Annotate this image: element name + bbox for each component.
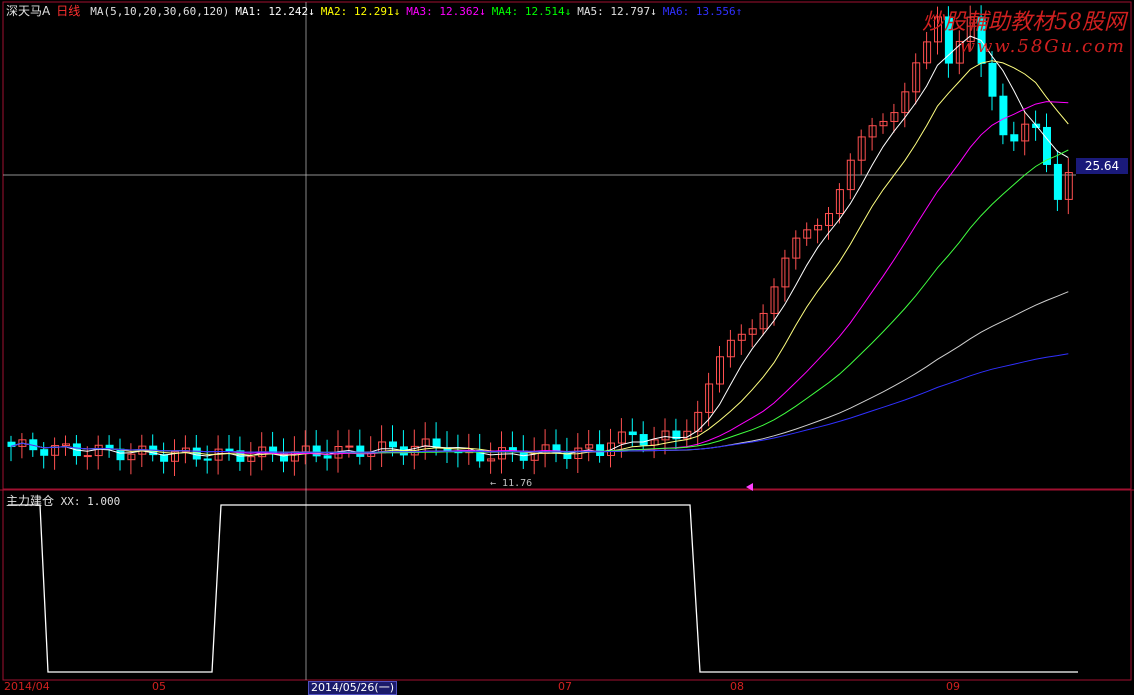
ma-line-5: [10, 35, 1069, 457]
candle-down: [389, 441, 397, 448]
candle-down: [1010, 134, 1019, 142]
date-label-may: 05: [152, 680, 166, 693]
ma-legend-item: MA3: 12.362↓: [406, 5, 486, 18]
ma-line-20: [10, 101, 1069, 455]
indicator-name[interactable]: 主力建仓: [6, 494, 54, 508]
chart-header: 深天马A 日线 MA(5,10,20,30,60,120) MA1: 12.242…: [6, 2, 748, 19]
sub-panel-frame: [2, 489, 1132, 681]
candle-up: [345, 445, 354, 448]
low-price-value: 11.76: [502, 478, 533, 489]
candle-down: [323, 455, 332, 459]
ma-line-60: [10, 291, 1069, 453]
candle-down: [203, 458, 212, 461]
indicator-step-line: [8, 504, 1078, 673]
ma-legend: MA(5,10,20,30,60,120) MA1: 12.242↓ MA2: 12…: [90, 5, 748, 18]
candle-down: [988, 62, 997, 97]
ma-legend-item: MA1: 12.242↓: [235, 5, 315, 18]
date-label-apr: 2014/04: [4, 680, 50, 693]
ma-line-120: [10, 353, 1069, 453]
watermark-url: www.58Gu.com: [959, 36, 1126, 57]
candle-down: [356, 445, 365, 457]
watermark-title: 炒股輔助教材58股网: [922, 10, 1126, 35]
stock-name[interactable]: 深天马A: [6, 2, 50, 19]
candle-down: [639, 434, 648, 446]
date-axis: 2014/04 05 07 08 09 2014/05/26(一): [0, 680, 1134, 695]
ma-legend-item: MA6: 13.556↑: [662, 5, 743, 18]
ma-line-10: [10, 60, 1069, 456]
indicator-header: 主力建仓 XX: 1.000: [6, 492, 120, 509]
current-price-tag: 25.64: [1076, 158, 1128, 174]
date-label-jul: 07: [558, 680, 572, 693]
ma-legend-item: MA5: 12.797↓: [577, 5, 657, 18]
ma-line-30: [10, 149, 1069, 454]
candle-down: [596, 444, 605, 456]
ma-legend-item: MA4: 12.514↓: [491, 5, 572, 18]
ma-legend-item: MA2: 12.291↓: [320, 5, 401, 18]
candle-up: [83, 455, 92, 458]
watermark: 炒股輔助教材58股网 www.58Gu.com: [922, 4, 1126, 57]
period-label[interactable]: 日线: [56, 2, 80, 19]
date-label-sep: 09: [946, 680, 960, 693]
indicator-value: XX: 1.000: [60, 495, 121, 508]
main-panel-frame: [2, 1, 1132, 490]
candle-down: [225, 448, 234, 452]
candle-down: [1053, 163, 1062, 200]
date-label-aug: 08: [730, 680, 744, 693]
kline-chart[interactable]: [0, 0, 1134, 693]
candle-down: [999, 95, 1008, 136]
candle-down: [40, 449, 49, 456]
ma-legend-item: MA(5,10,20,30,60,120): [90, 5, 230, 18]
candle-down: [628, 431, 637, 436]
low-price-label: ← 11.76: [490, 478, 533, 489]
